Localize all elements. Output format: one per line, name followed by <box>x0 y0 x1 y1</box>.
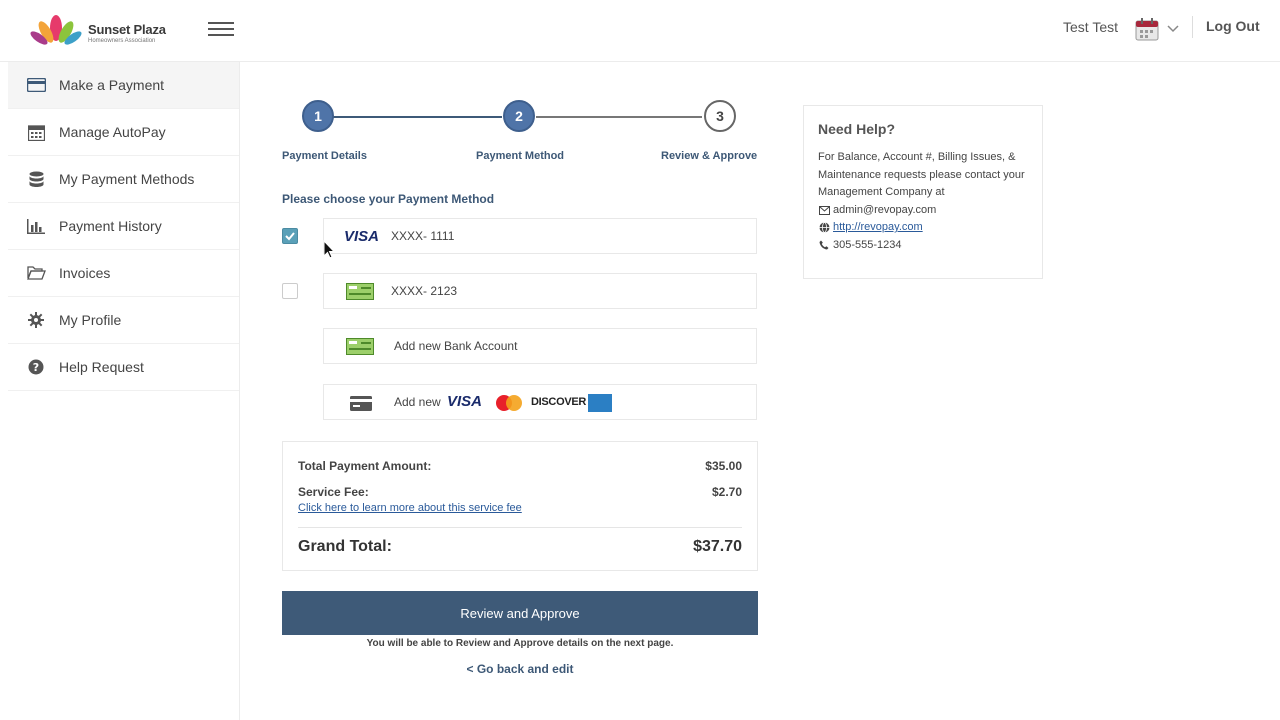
logout-link[interactable]: Log Out <box>1206 18 1260 34</box>
payment-totals: Total Payment Amount: $35.00 Service Fee… <box>282 441 758 571</box>
calendar-avatar-icon[interactable] <box>1134 16 1160 42</box>
add-bank-account-button[interactable]: Add new Bank Account <box>323 328 757 364</box>
globe-icon <box>818 222 830 234</box>
help-email-line: admin@revopay.com <box>818 202 1028 220</box>
step-2-label: Payment Method <box>476 150 565 162</box>
bar-chart-icon <box>26 217 46 235</box>
service-fee-info-link[interactable]: Click here to learn more about this serv… <box>298 502 522 514</box>
sidebar-item-label: Make a Payment <box>59 77 165 93</box>
top-header: Sunset Plaza Homeowners Association Test… <box>0 0 1280 62</box>
help-title: Need Help? <box>818 121 896 137</box>
help-email[interactable]: admin@revopay.com <box>833 202 936 220</box>
brand-name: Sunset Plaza <box>88 22 166 37</box>
help-website-line: http://revopay.com <box>818 219 1028 237</box>
gear-icon <box>26 311 46 329</box>
envelope-icon <box>818 204 830 216</box>
total-amount-label: Total Payment Amount: <box>298 459 432 473</box>
folder-open-icon <box>26 264 46 282</box>
sidebar-item-payment-methods[interactable]: My Payment Methods <box>8 156 239 203</box>
visa-method-checkbox[interactable] <box>282 228 298 244</box>
svg-text:?: ? <box>33 361 39 374</box>
grand-total-label: Grand Total: <box>298 538 392 555</box>
review-and-approve-button[interactable]: Review and Approve <box>282 591 758 635</box>
sidebar-item-help-request[interactable]: ? Help Request <box>8 344 239 391</box>
checkmark-icon <box>285 232 295 241</box>
sidebar-nav: Make a Payment Manage AutoPay My Payment… <box>8 62 240 720</box>
step-connector <box>318 116 502 118</box>
sidebar-item-label: Invoices <box>59 265 111 281</box>
mastercard-logo-icon <box>494 394 524 412</box>
bank-method-checkbox[interactable] <box>282 283 298 299</box>
echeck-icon <box>346 283 374 305</box>
phone-icon <box>818 239 830 251</box>
service-fee-value: $2.70 <box>711 485 742 499</box>
saved-bank-account[interactable]: XXXX- 2123 <box>323 273 757 309</box>
saved-visa-card[interactable]: VISA XXXX- 1111 <box>323 218 757 254</box>
sidebar-item-label: Payment History <box>59 218 162 234</box>
add-card-button[interactable]: Add new VISA DISCOVER <box>323 384 757 420</box>
step-connector <box>536 116 702 118</box>
totals-divider <box>298 527 742 528</box>
amex-logo-icon <box>588 394 612 412</box>
step-3-circle: 3 <box>704 100 736 132</box>
echeck-icon <box>346 338 374 360</box>
sidebar-item-my-profile[interactable]: My Profile <box>8 297 239 344</box>
step-1-circle: 1 <box>302 100 334 132</box>
sidebar-item-label: My Profile <box>59 312 122 328</box>
mouse-cursor-icon <box>323 240 335 259</box>
step-3-label: Review & Approve <box>661 150 758 162</box>
hamburger-menu-icon[interactable] <box>208 22 234 40</box>
add-bank-label: Add new Bank Account <box>394 339 518 353</box>
brand-logo[interactable]: Sunset Plaza Homeowners Association <box>28 14 178 50</box>
chevron-down-icon[interactable] <box>1166 21 1180 35</box>
question-circle-icon: ? <box>26 358 46 376</box>
sidebar-item-payment-history[interactable]: Payment History <box>8 203 239 250</box>
go-back-link[interactable]: < Go back and edit <box>282 662 758 676</box>
help-phone[interactable]: 305-555-1234 <box>833 237 902 255</box>
step-1-label: Payment Details <box>282 150 367 162</box>
help-panel: Need Help? For Balance, Account #, Billi… <box>803 105 1043 279</box>
total-amount-value: $35.00 <box>705 459 742 473</box>
add-card-label: Add new <box>394 395 441 409</box>
step-2-circle: 2 <box>503 100 535 132</box>
progress-stepper: 1 2 3 Payment Details Payment Method Rev… <box>282 100 758 170</box>
bank-masked-number: XXXX- 2123 <box>391 284 458 298</box>
calendar-icon <box>26 123 46 141</box>
review-note: You will be able to Review and Approve d… <box>366 638 674 649</box>
sidebar-item-invoices[interactable]: Invoices <box>8 250 239 297</box>
sidebar-item-manage-autopay[interactable]: Manage AutoPay <box>8 109 239 156</box>
discover-logo-icon: DISCOVER <box>531 396 587 408</box>
sidebar-item-make-payment[interactable]: Make a Payment <box>8 62 239 109</box>
help-phone-line: 305-555-1234 <box>818 237 1028 255</box>
credit-card-icon <box>26 76 46 94</box>
help-website-link[interactable]: http://revopay.com <box>833 219 923 237</box>
sidebar-item-label: Manage AutoPay <box>59 124 166 140</box>
sidebar-item-label: My Payment Methods <box>59 171 195 187</box>
lotus-logo-icon <box>30 15 82 45</box>
credit-card-icon <box>350 396 372 416</box>
header-divider <box>1192 16 1193 38</box>
grand-total-value: $37.70 <box>693 538 742 555</box>
database-icon <box>26 170 46 188</box>
payment-method-title: Please choose your Payment Method <box>282 192 495 206</box>
sidebar-item-label: Help Request <box>59 359 144 375</box>
help-description: For Balance, Account #, Billing Issues, … <box>818 151 1025 198</box>
visa-logo-icon: VISA <box>344 228 380 245</box>
brand-subtitle: Homeowners Association <box>88 38 156 44</box>
visa-logo-icon: VISA <box>447 393 483 410</box>
service-fee-label: Service Fee: <box>298 485 369 499</box>
card-masked-number: XXXX- 1111 <box>391 229 455 243</box>
user-name[interactable]: Test Test <box>1063 19 1118 35</box>
